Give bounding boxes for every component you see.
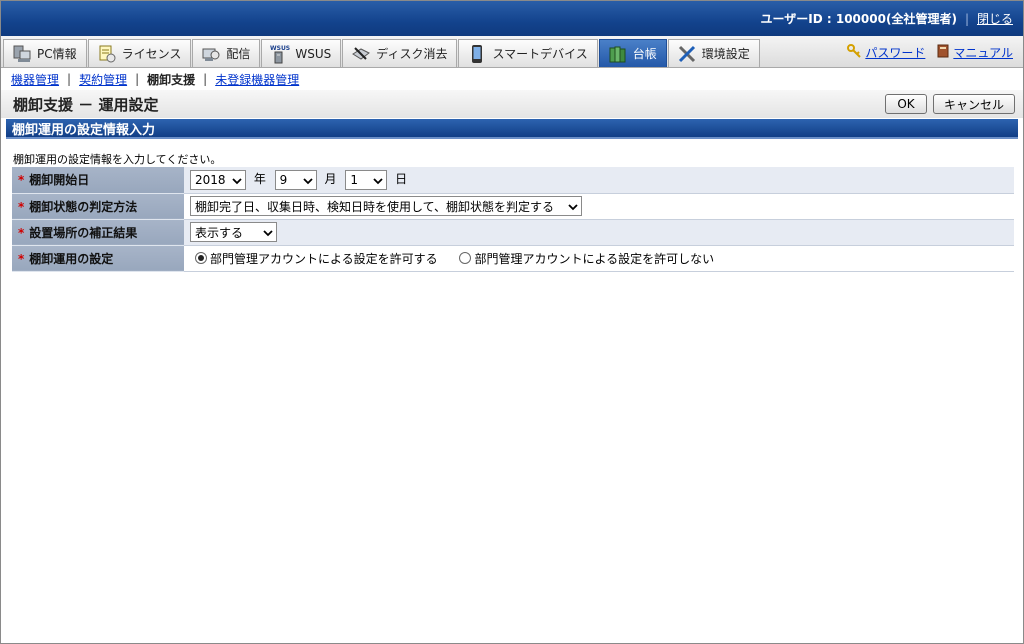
top-header: ユーザーID : 100000(全社管理者) | 閉じる xyxy=(1,1,1023,36)
tab-label: スマートデバイス xyxy=(492,47,588,61)
page-title-bar: 棚卸支援 － 運用設定 OK キャンセル xyxy=(1,90,1023,118)
field-label: * 棚卸状態の判定方法 xyxy=(12,193,184,220)
manual-book-icon xyxy=(937,44,949,61)
tab-ledger[interactable]: 台帳 xyxy=(598,39,667,67)
field-label: * 棚卸運用の設定 xyxy=(12,245,184,272)
ledger-icon xyxy=(608,44,628,64)
settings-tools-icon xyxy=(677,44,697,64)
judgement-label: 棚卸状態の判定方法 xyxy=(29,199,138,214)
tab-label: PC情報 xyxy=(37,47,77,61)
smart-device-icon xyxy=(467,44,487,64)
tab-smart-device[interactable]: スマートデバイス xyxy=(458,39,598,67)
required-mark: * xyxy=(18,251,25,266)
day-select-value: 1 xyxy=(350,172,358,187)
month-unit: 月 xyxy=(324,172,337,187)
form-row-operation: * 棚卸運用の設定 部門管理アカウントによる設定を許可する 部門管理アカウントによ… xyxy=(12,245,1014,272)
judgement-select-value: 棚卸完了日、収集日時、検知日時を使用して、棚卸状態を判定する xyxy=(195,199,555,214)
subnav-inventory-support: 棚卸支援 xyxy=(147,72,196,87)
year-select-value: 2018 xyxy=(195,172,226,187)
subnav-divider: | xyxy=(203,72,208,86)
tab-label: 環境設定 xyxy=(701,47,750,61)
cancel-button[interactable]: キャンセル xyxy=(932,94,1015,114)
location-correction-select[interactable]: 表示する xyxy=(190,222,277,242)
month-select[interactable]: 9 xyxy=(274,169,317,190)
year-unit: 年 xyxy=(253,172,266,187)
password-link[interactable]: パスワード xyxy=(847,43,926,61)
field-label: * 設置場所の補正結果 xyxy=(12,219,184,246)
wsus-icon: WSUS xyxy=(270,44,291,64)
tab-label: WSUS xyxy=(295,46,332,61)
field-value: 2018 年 9 月 1 日 xyxy=(184,167,1014,194)
sub-nav: 機器管理 | 契約管理 | 棚卸支援 | 未登録機器管理 xyxy=(1,68,1023,90)
tab-label: ライセンス xyxy=(121,47,182,61)
subnav-unregistered-devices[interactable]: 未登録機器管理 xyxy=(215,71,299,88)
radio-allow[interactable]: 部門管理アカウントによる設定を許可する xyxy=(195,250,438,267)
tab-delivery[interactable]: 配信 xyxy=(192,39,261,67)
form-row-start-date: * 棚卸開始日 2018 年 9 月 1 日 xyxy=(12,167,1014,194)
form-row-location: * 設置場所の補正結果 表示する xyxy=(12,219,1014,246)
month-select-value: 9 xyxy=(279,172,288,187)
field-label: * 棚卸開始日 xyxy=(12,167,184,194)
start-date-label: 棚卸開始日 xyxy=(29,173,90,188)
location-label: 設置場所の補正結果 xyxy=(29,225,138,240)
app-window: ユーザーID : 100000(全社管理者) | 閉じる PC情報 ライセンス … xyxy=(0,0,1024,644)
tab-license[interactable]: ライセンス xyxy=(87,39,192,67)
tab-label: 台帳 xyxy=(632,47,657,61)
required-mark: * xyxy=(18,225,25,240)
subnav-device-management[interactable]: 機器管理 xyxy=(11,71,59,88)
password-link-label: パスワード xyxy=(865,45,926,60)
action-buttons: OK キャンセル xyxy=(884,94,1015,114)
subnav-divider: | xyxy=(67,72,72,86)
section-header: 棚卸運用の設定情報入力 xyxy=(6,119,1018,139)
ok-button[interactable]: OK xyxy=(884,94,927,114)
field-value: 棚卸完了日、収集日時、検知日時を使用して、棚卸状態を判定する xyxy=(184,193,1014,220)
settings-form: * 棚卸開始日 2018 年 9 月 1 日 * 棚卸状態の判定方法 棚卸完了日… xyxy=(12,167,1014,272)
key-icon xyxy=(847,43,862,61)
disk-erase-icon xyxy=(351,44,371,64)
year-select[interactable]: 2018 xyxy=(190,169,246,190)
svg-text:WSUS: WSUS xyxy=(270,45,290,52)
page-title: 棚卸支援 － 運用設定 xyxy=(13,95,159,114)
field-value: 部門管理アカウントによる設定を許可する 部門管理アカウントによる設定を許可しない xyxy=(184,245,1014,272)
judgement-method-select[interactable]: 棚卸完了日、収集日時、検知日時を使用して、棚卸状態を判定する xyxy=(190,196,582,216)
location-select-value: 表示する xyxy=(195,225,244,240)
required-mark: * xyxy=(18,199,25,214)
subnav-contract-management[interactable]: 契約管理 xyxy=(79,71,127,88)
operation-label: 棚卸運用の設定 xyxy=(29,251,114,266)
tab-wsus[interactable]: WSUS WSUS xyxy=(261,39,342,67)
pc-icon xyxy=(12,44,32,64)
tab-environment-settings[interactable]: 環境設定 xyxy=(667,39,760,67)
form-row-judgement: * 棚卸状態の判定方法 棚卸完了日、収集日時、検知日時を使用して、棚卸状態を判定す… xyxy=(12,193,1014,220)
required-mark: * xyxy=(18,173,25,188)
license-icon xyxy=(97,44,117,64)
chevron-down-icon xyxy=(568,201,578,211)
radio-deny-label: 部門管理アカウントによる設定を許可しない xyxy=(474,251,715,266)
main-nav: PC情報 ライセンス 配信 WSUS WSUS ディスク消去 スマートデバイス … xyxy=(1,36,1023,68)
manual-link-label: マニュアル xyxy=(953,45,1013,60)
radio-allow-label: 部門管理アカウントによる設定を許可する xyxy=(210,251,438,266)
delivery-icon xyxy=(201,44,221,64)
chevron-down-icon xyxy=(373,175,383,185)
tab-label: 配信 xyxy=(226,47,251,61)
radio-button[interactable] xyxy=(459,252,472,264)
chevron-down-icon xyxy=(232,175,242,185)
radio-deny[interactable]: 部門管理アカウントによる設定を許可しない xyxy=(459,250,714,267)
user-info: ユーザーID : 100000(全社管理者) xyxy=(760,12,957,26)
chevron-down-icon xyxy=(303,175,313,185)
day-unit: 日 xyxy=(395,172,408,187)
field-value: 表示する xyxy=(184,219,1014,246)
section-description: 棚卸運用の設定情報を入力してください。 xyxy=(13,153,222,166)
header-divider: | xyxy=(964,11,969,26)
manual-link[interactable]: マニュアル xyxy=(937,44,1013,61)
tab-disk-erase[interactable]: ディスク消去 xyxy=(342,39,458,67)
nav-utility-links: パスワード マニュアル xyxy=(847,36,1013,68)
radio-button-selected[interactable] xyxy=(195,252,207,264)
day-select[interactable]: 1 xyxy=(345,169,388,190)
close-link[interactable]: 閉じる xyxy=(977,10,1013,27)
tab-label: ディスク消去 xyxy=(376,47,448,61)
tab-pc-info[interactable]: PC情報 xyxy=(3,39,87,67)
chevron-down-icon xyxy=(263,227,273,237)
subnav-divider: | xyxy=(135,72,140,86)
